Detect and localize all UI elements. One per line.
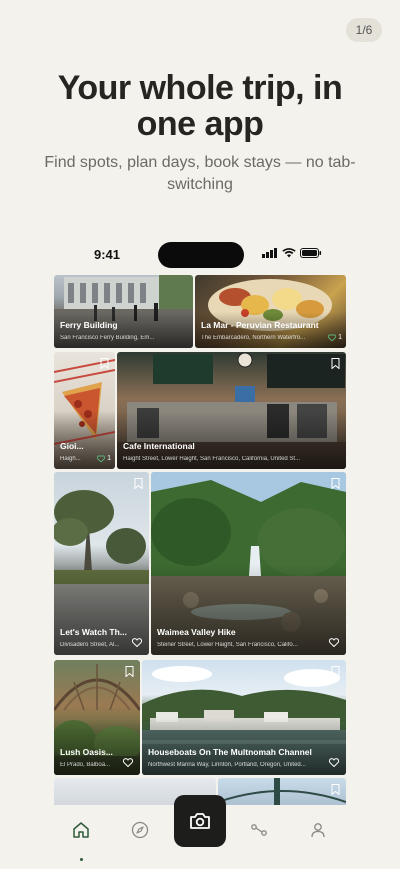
bookmark-icon[interactable] — [125, 666, 134, 677]
card-location: Steiner Street, Lower Haight, San Franci… — [157, 642, 298, 648]
card-title: Gioi... — [60, 441, 84, 451]
card-title: Ferry Building — [60, 320, 118, 330]
spot-card[interactable]: Let's Watch Th... Divisadero Street, Al.… — [54, 472, 149, 655]
card-location: Haigh... — [60, 456, 81, 462]
tab-routes[interactable] — [248, 819, 270, 841]
heart-icon[interactable] — [329, 758, 339, 767]
like-count-value: 1 — [338, 334, 342, 341]
wifi-icon — [282, 248, 296, 258]
gem-icon — [328, 334, 337, 341]
bookmark-icon[interactable] — [331, 784, 340, 795]
card-location: Haight Street, Lower Haight, San Francis… — [123, 456, 301, 462]
heart-icon[interactable] — [132, 638, 142, 647]
onboarding-subline: Find spots, plan days, book stays — no t… — [44, 154, 356, 193]
bridge-photo — [218, 778, 346, 805]
like-count-value: 1 — [107, 455, 111, 462]
card-location: Northwest Marina Way, Linnton, Portland,… — [148, 762, 306, 768]
card-title: La Mar - Peruvian Restaurant — [201, 320, 319, 330]
battery-icon — [300, 248, 322, 258]
card-location: Divisadero Street, Al... — [60, 642, 120, 648]
bookmark-icon[interactable] — [100, 358, 109, 369]
spots-feed: Ferry Building San Francisco Ferry Build… — [54, 275, 346, 805]
card-title: Lush Oasis... — [60, 747, 113, 757]
spot-card[interactable]: Lush Oasis... El Prado, Balboa... — [54, 660, 140, 775]
gem-icon — [97, 455, 106, 462]
tab-explore[interactable] — [129, 819, 151, 841]
card-title: Let's Watch Th... — [60, 627, 127, 637]
profile-icon — [311, 823, 325, 838]
spot-card[interactable]: Gioi... Haigh... 1 — [54, 352, 115, 469]
spot-card[interactable]: Ferry Building San Francisco Ferry Build… — [54, 275, 193, 348]
home-icon — [73, 822, 89, 838]
dynamic-island — [158, 242, 244, 268]
onboarding-headline: Your whole trip, in one app — [57, 69, 343, 143]
like-count[interactable]: 1 — [97, 455, 111, 462]
route-icon — [251, 824, 267, 836]
spot-card[interactable]: Houseboats On The Multnomah Channel Nort… — [142, 660, 346, 775]
spot-card[interactable] — [218, 778, 346, 805]
spot-card[interactable]: Waimea Valley Hike Steiner Street, Lower… — [151, 472, 346, 655]
bookmark-icon[interactable] — [331, 358, 340, 369]
heart-icon[interactable] — [123, 758, 133, 767]
active-tab-dot — [80, 858, 83, 861]
heart-icon[interactable] — [329, 638, 339, 647]
camera-button[interactable] — [174, 795, 226, 847]
card-location: El Prado, Balboa... — [60, 762, 111, 768]
signal-icon — [262, 248, 277, 258]
card-title: Cafe International — [123, 441, 195, 451]
card-title: Waimea Valley Hike — [157, 627, 236, 637]
phone-status-bar: 9:41 — [54, 240, 346, 270]
tab-home[interactable] — [70, 819, 92, 861]
bottom-tab-bar — [54, 795, 346, 869]
card-title: Houseboats On The Multnomah Channel — [148, 747, 312, 757]
status-time: 9:41 — [94, 247, 121, 262]
spot-card[interactable]: La Mar - Peruvian Restaurant The Embarca… — [195, 275, 346, 348]
page-indicator: 1/6 — [346, 18, 382, 42]
status-icons — [262, 248, 322, 258]
bookmark-icon[interactable] — [331, 478, 340, 489]
compass-icon — [131, 821, 149, 839]
like-count[interactable]: 1 — [328, 334, 342, 341]
card-location: San Francisco Ferry Building, Em... — [60, 335, 155, 341]
bookmark-icon[interactable] — [331, 666, 340, 677]
card-location: The Embarcadero, Northern Waterfro... — [201, 335, 306, 341]
tab-profile[interactable] — [307, 819, 329, 841]
spot-card[interactable]: Cafe International Haight Street, Lower … — [117, 352, 346, 469]
bookmark-icon[interactable] — [134, 478, 143, 489]
camera-icon — [190, 813, 210, 829]
